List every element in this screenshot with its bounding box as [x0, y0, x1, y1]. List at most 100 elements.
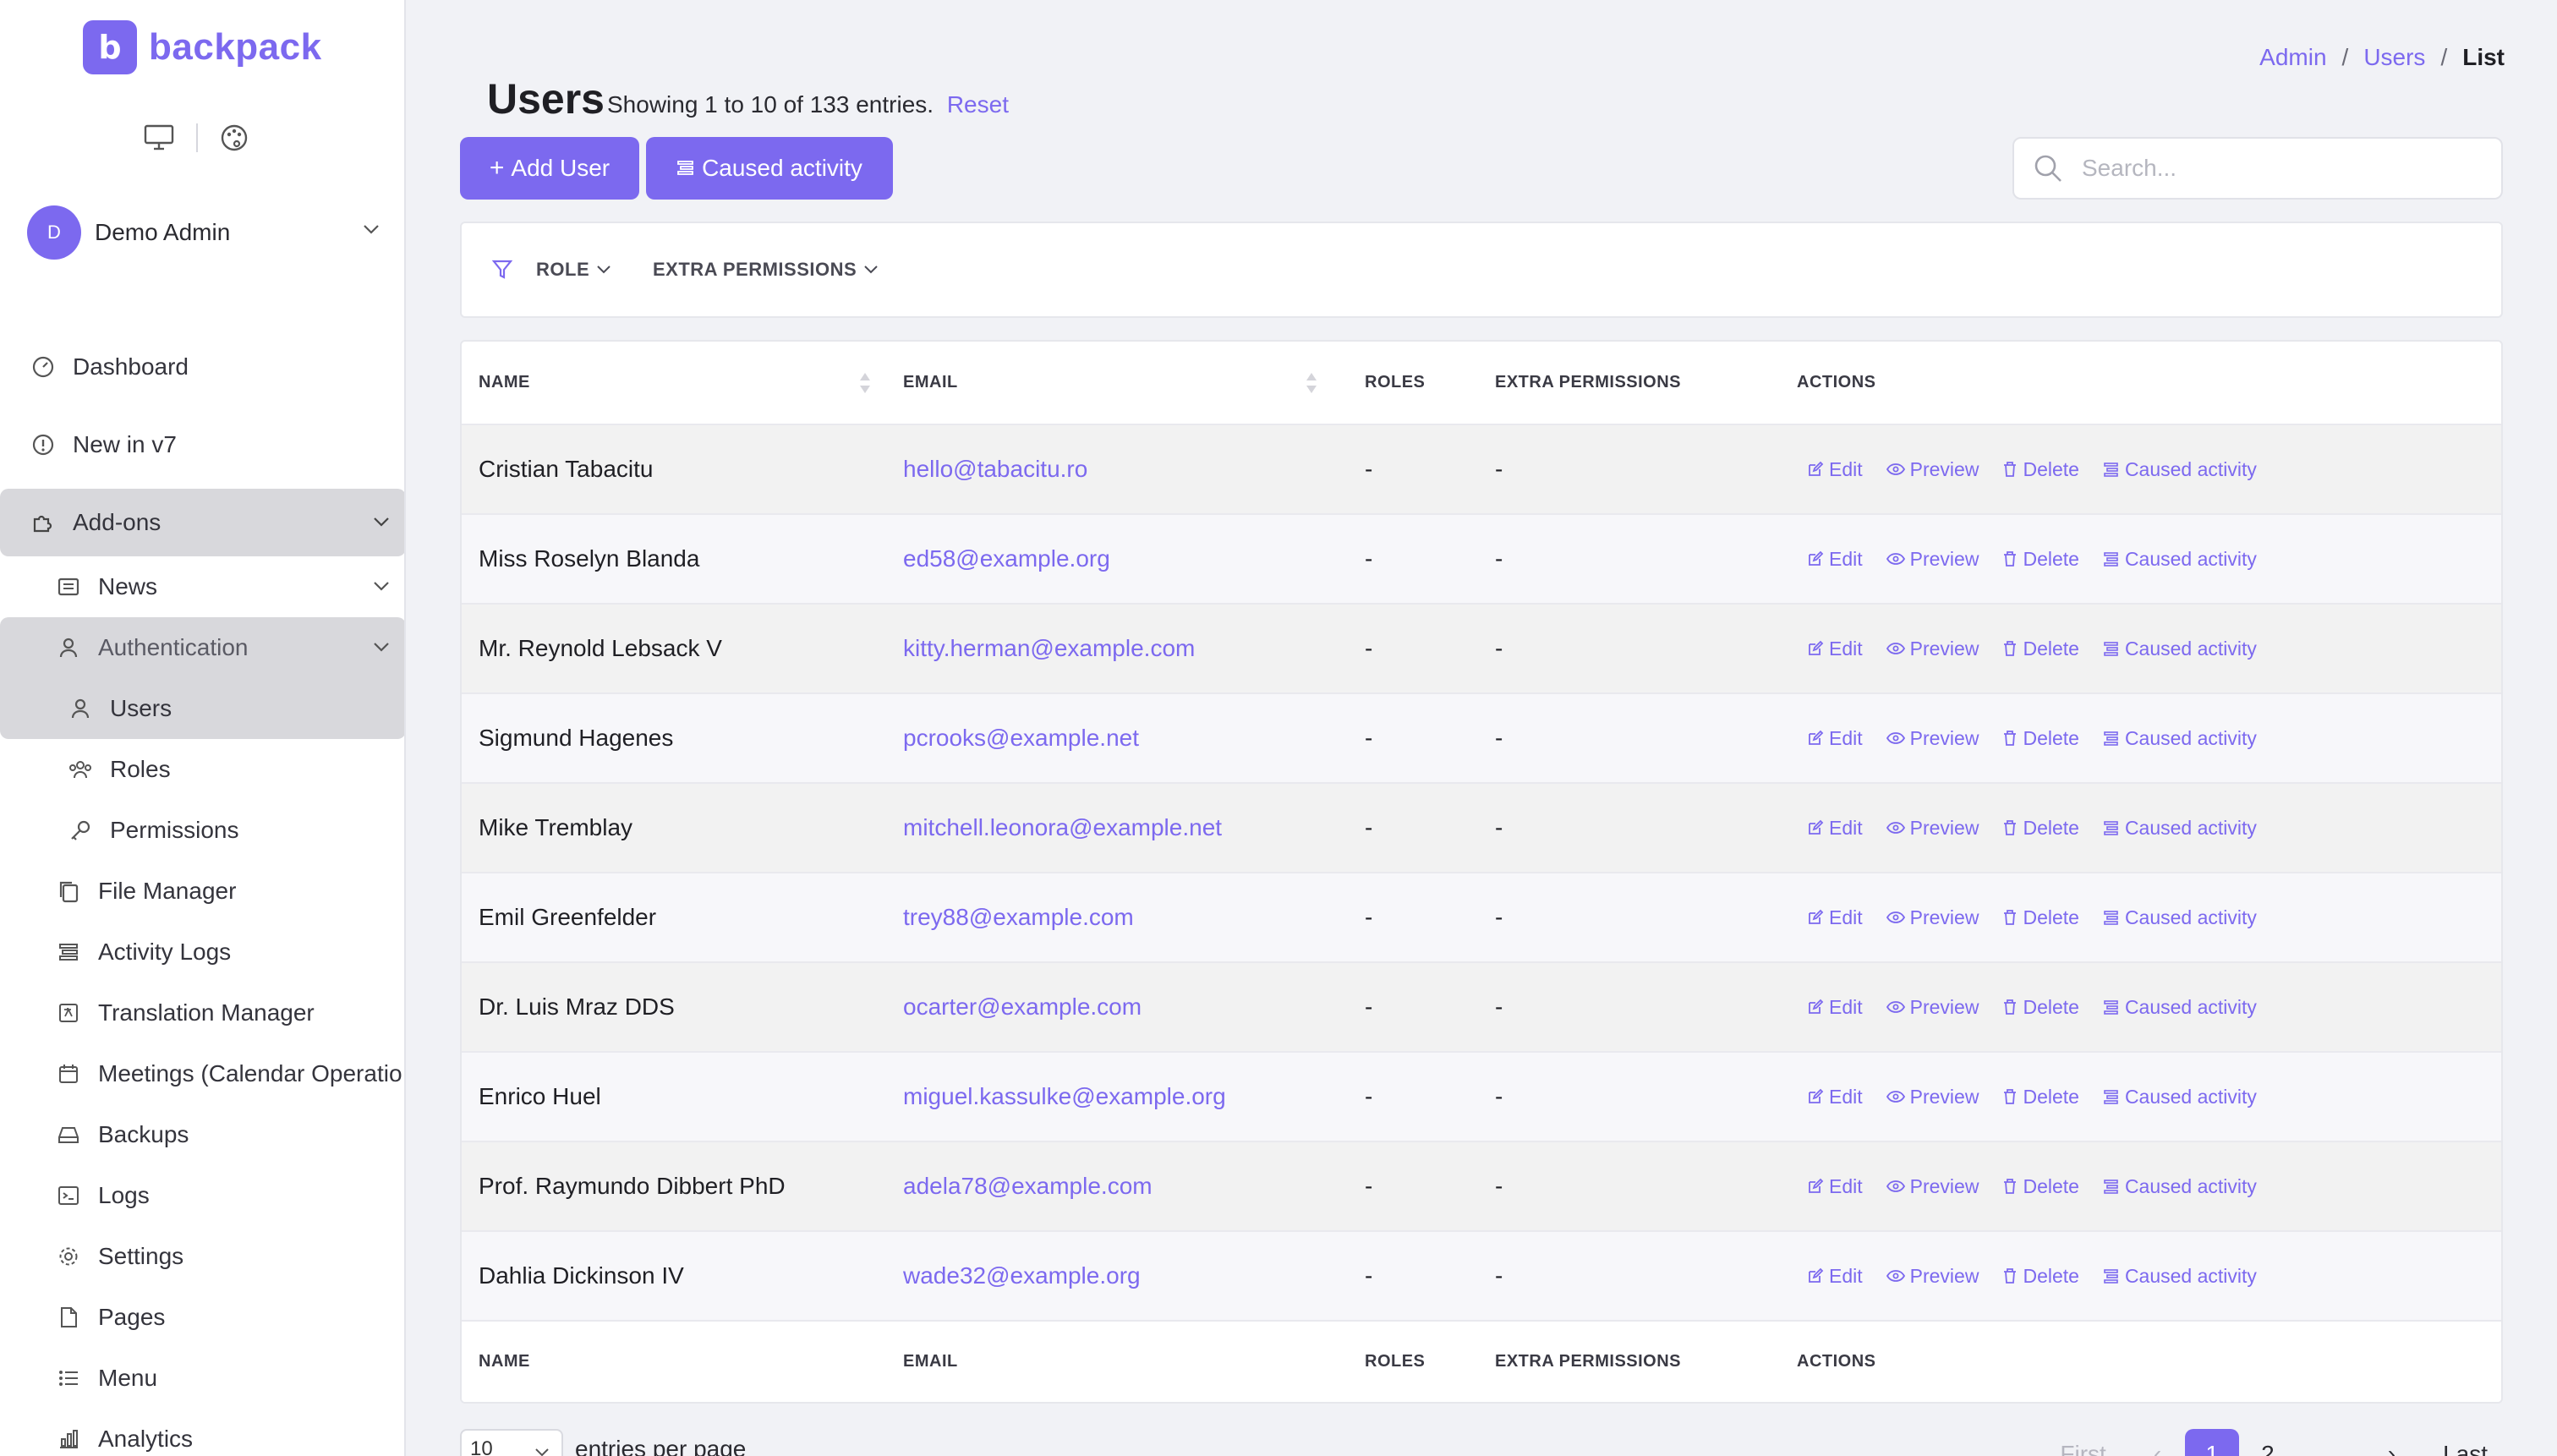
edit-action[interactable]: Edit [1807, 638, 1863, 660]
caused-activity-action[interactable]: Caused activity [2103, 638, 2257, 660]
caused-activity-button[interactable]: Caused activity [646, 137, 893, 200]
edit-action[interactable]: Edit [1807, 996, 1863, 1019]
email-cell[interactable]: pcrooks@example.net [903, 692, 1365, 783]
monitor-icon[interactable] [144, 124, 174, 151]
table-footer-row: NAME EMAIL ROLES EXTRA PERMISSIONS ACTIO… [462, 1320, 2501, 1402]
delete-action[interactable]: Delete [2002, 1265, 2079, 1288]
email-cell[interactable]: ocarter@example.com [903, 961, 1365, 1052]
actions-cell: Edit Preview Delete Caused activity [1797, 1230, 2501, 1321]
breadcrumb-users-link[interactable]: Users [2363, 44, 2425, 71]
brand[interactable]: b backpack [83, 20, 322, 74]
preview-action[interactable]: Preview [1886, 727, 1979, 750]
preview-action[interactable]: Preview [1886, 638, 1979, 660]
email-cell[interactable]: hello@tabacitu.ro [903, 424, 1365, 514]
sidebar-item-backups[interactable]: Backups [56, 1117, 189, 1152]
caused-activity-action[interactable]: Caused activity [2103, 458, 2257, 481]
sidebar-item-activity-logs[interactable]: Activity Logs [56, 934, 231, 970]
caused-activity-action[interactable]: Caused activity [2103, 548, 2257, 571]
sidebar-item-label: Translation Manager [98, 999, 315, 1026]
sidebar-item-users[interactable]: Users [0, 678, 404, 739]
caused-activity-action[interactable]: Caused activity [2103, 1265, 2257, 1288]
pagination-next[interactable]: › [2297, 1429, 2419, 1456]
per-page-select[interactable]: 10 [460, 1429, 563, 1456]
delete-action[interactable]: Delete [2002, 1175, 2079, 1198]
delete-action[interactable]: Delete [2002, 906, 2079, 929]
sidebar-item-file-manager[interactable]: File Manager [56, 873, 236, 909]
pagination-page-1[interactable]: 1 [2185, 1429, 2240, 1456]
edit-action[interactable]: Edit [1807, 1175, 1863, 1198]
caused-activity-action[interactable]: Caused activity [2103, 1175, 2257, 1198]
pagination-first[interactable]: First [2036, 1429, 2129, 1456]
preview-action[interactable]: Preview [1886, 996, 1979, 1019]
delete-action[interactable]: Delete [2002, 996, 2079, 1019]
preview-action[interactable]: Preview [1886, 1086, 1979, 1108]
caused-activity-action[interactable]: Caused activity [2103, 996, 2257, 1019]
delete-action[interactable]: Delete [2002, 816, 2079, 840]
action-label: Edit [1829, 547, 1863, 570]
sidebar-item-translation-manager[interactable]: Translation Manager [56, 995, 315, 1031]
edit-icon [1807, 640, 1824, 657]
palette-icon[interactable] [220, 123, 249, 152]
edit-action[interactable]: Edit [1807, 1265, 1863, 1288]
email-cell[interactable]: adela78@example.com [903, 1141, 1365, 1231]
delete-action[interactable]: Delete [2002, 458, 2079, 481]
edit-action[interactable]: Edit [1807, 817, 1863, 840]
preview-action[interactable]: Preview [1886, 548, 1979, 571]
email-cell[interactable]: ed58@example.org [903, 513, 1365, 604]
user-menu[interactable]: D Demo Admin [27, 205, 396, 260]
filter-role[interactable]: ROLE [536, 259, 611, 281]
edit-action[interactable]: Edit [1807, 548, 1863, 571]
email-cell[interactable]: kitty.herman@example.com [903, 603, 1365, 693]
email-cell[interactable]: trey88@example.com [903, 872, 1365, 962]
sidebar-item-roles[interactable]: Roles [68, 752, 171, 787]
delete-action[interactable]: Delete [2002, 1086, 2079, 1108]
preview-action[interactable]: Preview [1886, 1265, 1979, 1288]
filter-extra-permissions[interactable]: EXTRA PERMISSIONS [653, 259, 879, 281]
sidebar-item-pages[interactable]: Pages [56, 1300, 165, 1335]
caused-activity-action[interactable]: Caused activity [2103, 906, 2257, 929]
add-user-button[interactable]: + Add User [460, 137, 639, 200]
edit-action[interactable]: Edit [1807, 906, 1863, 929]
calendar-icon [56, 1061, 81, 1087]
pagination-page-2[interactable]: 2 [2239, 1429, 2297, 1456]
sidebar-item-addons[interactable]: Add-ons [0, 489, 404, 556]
preview-action[interactable]: Preview [1886, 817, 1979, 840]
column-header-email[interactable]: EMAIL [903, 342, 1365, 424]
search-input[interactable] [2082, 155, 2471, 182]
sidebar-item-analytics[interactable]: Analytics [56, 1421, 193, 1456]
action-label: Delete [2023, 816, 2079, 839]
email-cell[interactable]: mitchell.leonora@example.net [903, 782, 1365, 873]
caused-activity-action[interactable]: Caused activity [2103, 817, 2257, 840]
edit-action[interactable]: Edit [1807, 1086, 1863, 1108]
sidebar-item-dashboard[interactable]: Dashboard [30, 349, 189, 385]
delete-action[interactable]: Delete [2002, 548, 2079, 571]
caused-activity-action[interactable]: Caused activity [2103, 727, 2257, 750]
breadcrumb-admin-link[interactable]: Admin [2259, 44, 2326, 71]
caused-activity-action[interactable]: Caused activity [2103, 1086, 2257, 1108]
preview-action[interactable]: Preview [1886, 1175, 1979, 1198]
preview-action[interactable]: Preview [1886, 906, 1979, 929]
filter-icon [492, 260, 512, 279]
reset-link[interactable]: Reset [947, 91, 1009, 118]
sidebar-item-settings[interactable]: Settings [56, 1239, 183, 1274]
email-cell[interactable]: miguel.kassulke@example.org [903, 1051, 1365, 1141]
name-cell: Prof. Raymundo Dibbert PhD [462, 1141, 903, 1231]
edit-action[interactable]: Edit [1807, 727, 1863, 750]
sidebar-item-meetings[interactable]: Meetings (Calendar Operatio [56, 1056, 402, 1092]
sidebar-item-logs[interactable]: Logs [56, 1178, 150, 1213]
sidebar-item-menu[interactable]: Menu [56, 1360, 157, 1396]
email-cell[interactable]: wade32@example.org [903, 1230, 1365, 1321]
preview-action[interactable]: Preview [1886, 458, 1979, 481]
delete-action[interactable]: Delete [2002, 638, 2079, 660]
column-header-name[interactable]: NAME [462, 342, 903, 424]
sidebar-item-authentication[interactable]: Authentication [0, 617, 404, 678]
pagination-prev[interactable]: ‹ [2130, 1429, 2185, 1456]
sidebar-item-new-in-v7[interactable]: New in v7 [30, 427, 177, 463]
pagination-last[interactable]: Last [2419, 1429, 2503, 1456]
eye-icon [1886, 911, 1905, 924]
extra-permissions-cell: - [1495, 872, 1797, 962]
delete-action[interactable]: Delete [2002, 727, 2079, 750]
sidebar-item-permissions[interactable]: Permissions [68, 813, 238, 848]
edit-action[interactable]: Edit [1807, 458, 1863, 481]
sidebar-item-news[interactable]: News [56, 569, 404, 605]
